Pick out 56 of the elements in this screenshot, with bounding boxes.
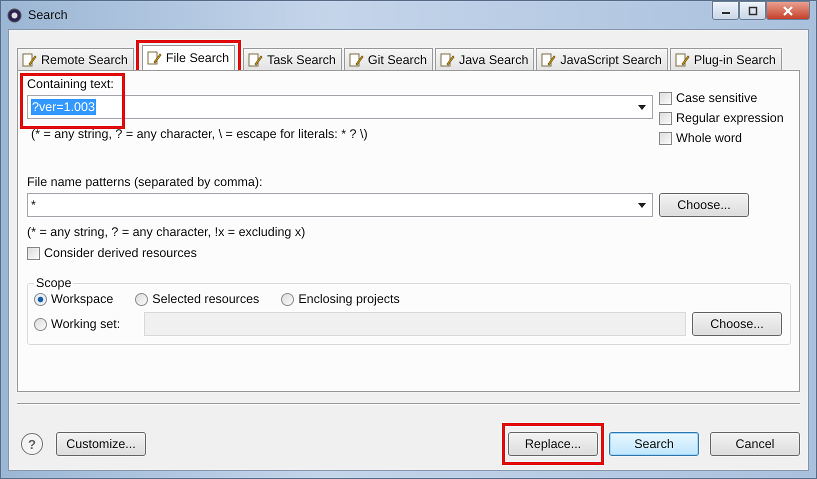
- window-title: Search: [28, 8, 68, 22]
- hint-text: (* = any string, ? = any character, !x = excluding x): [27, 225, 306, 239]
- radio-label: Enclosing projects: [298, 292, 400, 306]
- search-tab[interactable]: File Search: [142, 45, 236, 70]
- search-tab[interactable]: Task Search: [243, 48, 342, 70]
- field-value: *: [31, 198, 36, 212]
- maximize-button[interactable]: [739, 1, 766, 20]
- search-tab[interactable]: Java Search: [434, 48, 534, 70]
- dialog-button[interactable]: Cancel: [710, 432, 800, 456]
- checkbox-label: Whole word: [676, 131, 742, 145]
- pencil-icon: [674, 52, 690, 68]
- radio-label: Working set:: [51, 317, 120, 331]
- radio-button[interactable]: [34, 318, 47, 330]
- dialog-button[interactable]: Search: [609, 432, 699, 456]
- caret-icon[interactable]: [638, 202, 646, 208]
- checkbox-label: Case sensitive: [676, 91, 758, 105]
- customize-button[interactable]: Customize...: [56, 432, 146, 456]
- group-title: Scope: [35, 276, 72, 290]
- checkbox[interactable]: [659, 132, 672, 144]
- search-tab[interactable]: Plug-in Search: [670, 48, 782, 70]
- pencil-icon: [247, 52, 264, 68]
- maximize-icon: [748, 6, 758, 16]
- dialog-button[interactable]: Replace...: [508, 432, 598, 456]
- radio-button[interactable]: [281, 292, 294, 306]
- close-icon: [782, 6, 794, 16]
- checkbox[interactable]: [659, 112, 672, 124]
- file-pattern-combo[interactable]: *: [27, 193, 653, 217]
- hint-text: (* = any string, ? = any character, \ = escape for literals: * ? \): [30, 127, 369, 141]
- minimize-icon: [722, 12, 730, 14]
- pencil-icon: [21, 52, 37, 68]
- search-tab[interactable]: Git Search: [344, 48, 433, 70]
- checkbox[interactable]: [659, 92, 672, 104]
- radio-button[interactable]: [34, 292, 47, 306]
- field-label: Containing text:: [27, 77, 115, 91]
- radio-label: Workspace: [51, 292, 114, 306]
- pencil-icon: [438, 52, 455, 68]
- minimize-button[interactable]: [712, 1, 739, 20]
- radio-button[interactable]: [135, 292, 148, 306]
- caret-icon[interactable]: [638, 104, 646, 110]
- pencil-icon: [540, 52, 556, 68]
- help-button[interactable]: ?: [21, 433, 43, 455]
- close-button[interactable]: [766, 1, 810, 20]
- search-tab[interactable]: Remote Search: [17, 48, 134, 70]
- field-label: File name patterns (separated by comma):: [27, 175, 264, 189]
- working-set-field[interactable]: [144, 312, 686, 336]
- pencil-icon: [146, 50, 162, 66]
- checkbox-label: Regular expression: [676, 111, 784, 125]
- checkbox-label: Consider derived resources: [44, 246, 197, 260]
- radio-label: Selected resources: [152, 292, 260, 306]
- circle-icon: [7, 8, 22, 22]
- selected-text: ?ver=1.003: [31, 99, 96, 115]
- choose-button[interactable]: Choose...: [659, 193, 749, 217]
- choose-button[interactable]: Choose...: [692, 312, 782, 336]
- checkbox[interactable]: [27, 246, 40, 260]
- pencil-icon: [348, 52, 364, 68]
- search-tab[interactable]: JavaScript Search: [536, 48, 668, 70]
